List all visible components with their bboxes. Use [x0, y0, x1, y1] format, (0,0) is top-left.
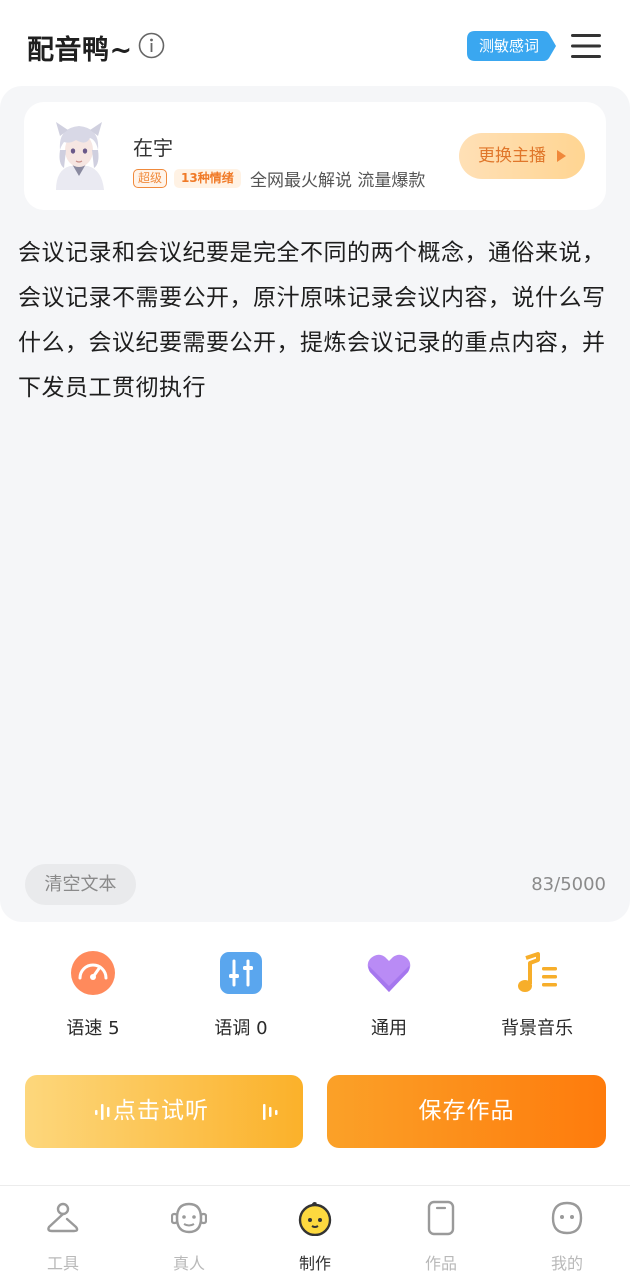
person-face-icon	[171, 1202, 207, 1234]
sensitive-words-label: 测敏感词	[478, 37, 539, 55]
anchor-description: 全网最火解说 流量爆款	[250, 171, 426, 191]
sensitive-words-button[interactable]: 测敏感词	[467, 31, 557, 61]
bgm-label: 背景音乐	[501, 1018, 573, 1039]
sliders-icon	[220, 952, 262, 994]
music-icon	[518, 952, 557, 992]
nav-label-create: 制作	[298, 1254, 331, 1273]
nav-label-works: 作品	[424, 1254, 457, 1273]
speedometer-icon	[71, 951, 115, 995]
app-title: 配音鸭~	[27, 35, 133, 66]
nav-item-mine[interactable]: 我的	[504, 1186, 630, 1280]
speed-label: 语速 5	[66, 1018, 120, 1039]
nav-item-create[interactable]: 制作	[252, 1186, 378, 1280]
nav-label-tools: 工具	[46, 1254, 79, 1273]
char-counter: 83/5000	[531, 874, 606, 895]
nav-item-works[interactable]: 作品	[378, 1186, 504, 1280]
duck-icon	[298, 1202, 332, 1236]
info-icon[interactable]	[138, 32, 165, 59]
phone-card-icon	[427, 1200, 455, 1236]
voice-anchor-card[interactable]: 在宇 超级 13种情绪 全网最火解说 流量爆款 更换主播	[24, 102, 606, 210]
play-arrow-icon	[557, 150, 566, 162]
level-badge: 超级	[133, 169, 168, 188]
speed-control[interactable]: 语速 5	[23, 950, 163, 1040]
nav-item-tools[interactable]: 工具	[0, 1186, 126, 1280]
switch-anchor-label: 更换主播	[478, 146, 546, 166]
heart-icon	[367, 954, 411, 992]
profile-face-icon	[551, 1201, 583, 1235]
save-work-label: 保存作品	[418, 1098, 515, 1124]
nav-item-human[interactable]: 真人	[126, 1186, 252, 1280]
script-text-area[interactable]: 会议记录和会议纪要是完全不同的两个概念，通俗来说，会议记录不需要公开，原汁原味记…	[18, 231, 614, 411]
emotion-badge: 13种情绪	[174, 169, 241, 188]
bottom-nav: 工具 真人 制作 作品 我的	[0, 1185, 630, 1280]
pitch-label: 语调 0	[214, 1018, 268, 1039]
preview-listen-button[interactable]: 点击试听	[25, 1075, 303, 1148]
bgm-control[interactable]: 背景音乐	[467, 950, 607, 1040]
style-control[interactable]: 通用	[319, 950, 459, 1040]
sound-wave-icon	[95, 1104, 110, 1120]
sound-wave-icon	[263, 1104, 278, 1120]
save-work-button[interactable]: 保存作品	[327, 1075, 606, 1148]
menu-icon[interactable]	[571, 33, 601, 59]
nav-label-human: 真人	[172, 1254, 205, 1273]
clear-text-button[interactable]: 清空文本	[25, 864, 136, 905]
switch-anchor-button[interactable]: 更换主播	[459, 133, 585, 179]
editor-panel: 在宇 超级 13种情绪 全网最火解说 流量爆款 更换主播 会议记录和会议纪要是完…	[0, 86, 630, 922]
hanger-icon	[47, 1202, 79, 1233]
anchor-avatar	[56, 122, 104, 190]
preview-listen-label: 点击试听	[113, 1098, 209, 1124]
style-label: 通用	[371, 1018, 407, 1039]
pitch-control[interactable]: 语调 0	[171, 950, 311, 1040]
nav-label-mine: 我的	[550, 1254, 583, 1273]
top-header: 配音鸭~ 测敏感词	[0, 0, 630, 92]
anchor-name: 在宇	[133, 136, 173, 160]
